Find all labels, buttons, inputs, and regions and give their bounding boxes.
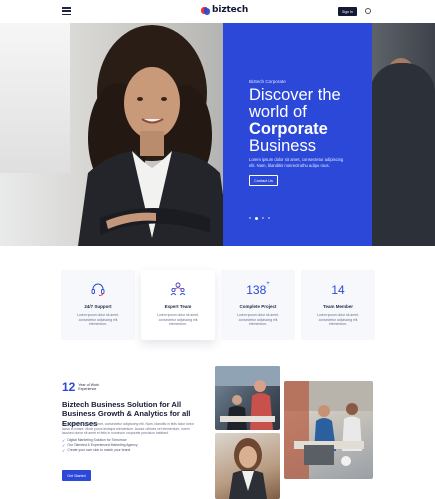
features-row: 24/7 Support Lorem ipsum dolor sit amet,…	[61, 270, 375, 342]
site-header: biztech Sign In	[0, 0, 435, 23]
feature-description: Lorem ipsum dolor sit amet, consectetur …	[157, 313, 199, 327]
background-person	[370, 63, 435, 246]
hero-title-line1: Discover the	[249, 86, 341, 104]
office-meeting-photo	[215, 366, 280, 430]
business-description: Lorem ipsum dolor sit amet, consectetur …	[62, 422, 195, 435]
feature-title: Complete Project	[239, 304, 277, 309]
team-icon	[170, 282, 186, 296]
biztech-logo-icon	[201, 6, 210, 15]
feature-card-team: Expert Team Lorem ipsum dolor sit amet, …	[141, 270, 215, 340]
list-item: ✓ Create your own skin to match your bran…	[62, 448, 138, 453]
projects-suffix: +	[266, 281, 270, 287]
business-benefits-list: ✓ Digital Marketing Solution for Tomorrow…	[62, 438, 138, 454]
members-count: 14	[331, 283, 345, 297]
feature-description: Lorem ipsum dolor sit amet, consectetur …	[77, 313, 119, 327]
sign-in-button[interactable]: Sign In	[338, 7, 357, 16]
businesswoman-photo	[78, 25, 230, 246]
hero-section: Biztech Corporate Discover the world of …	[0, 23, 435, 246]
hero-title-line4: Business	[249, 137, 316, 155]
projects-count: 138+	[221, 281, 295, 297]
hero-eyebrow: Biztech Corporate	[249, 79, 286, 84]
feature-card-support: 24/7 Support Lorem ipsum dolor sit amet,…	[61, 270, 135, 340]
feature-card-members: 14 Team Member Lorem ipsum dolor sit ame…	[301, 270, 375, 340]
slider-dot[interactable]	[249, 217, 251, 219]
feature-title: 24/7 Support	[84, 304, 112, 309]
globe-icon[interactable]	[365, 8, 371, 14]
smiling-woman-photo	[215, 433, 280, 499]
hero-title: Discover the world of Corporate Business	[249, 87, 369, 155]
slider-dot[interactable]	[268, 217, 270, 219]
get-started-button[interactable]: Get Started	[62, 470, 91, 481]
hero-title-bold: Corporate	[249, 120, 328, 138]
team-celebration-photo	[284, 381, 373, 479]
headset-icon	[91, 283, 105, 296]
slider-dot-active[interactable]	[255, 216, 258, 220]
experience-badge: 12 Year of Work Experience	[62, 380, 102, 394]
slider-dots	[249, 216, 270, 220]
hero-panel: Biztech Corporate Discover the world of …	[223, 23, 372, 246]
hamburger-icon[interactable]	[62, 7, 71, 16]
feature-description: Lorem ipsum dolor sit amet, consectetur …	[237, 313, 279, 327]
feature-title: Team Member	[323, 304, 353, 309]
projects-number: 138	[246, 283, 267, 297]
hero-description: Lorem ipsum dolor sit amet, consectetur …	[249, 157, 344, 168]
hero-title-line2: world of	[249, 103, 307, 121]
check-icon: ✓	[62, 448, 66, 454]
feature-title: Expert Team	[164, 304, 192, 309]
brand-logo[interactable]: biztech	[201, 5, 248, 15]
feature-card-projects: 138+ Complete Project Lorem ipsum dolor …	[221, 270, 295, 340]
business-section: 12 Year of Work Experience Biztech Busin…	[62, 380, 212, 490]
years-number: 12	[62, 380, 76, 394]
years-label: Year of Work Experience	[78, 382, 99, 391]
contact-us-button[interactable]: Contact Us	[249, 175, 278, 186]
feature-description: Lorem ipsum dolor sit amet, consectetur …	[317, 313, 359, 327]
brand-name: biztech	[212, 5, 249, 15]
list-item-text: Create your own skin to match your brand	[67, 448, 131, 453]
slider-dot[interactable]	[262, 217, 264, 219]
